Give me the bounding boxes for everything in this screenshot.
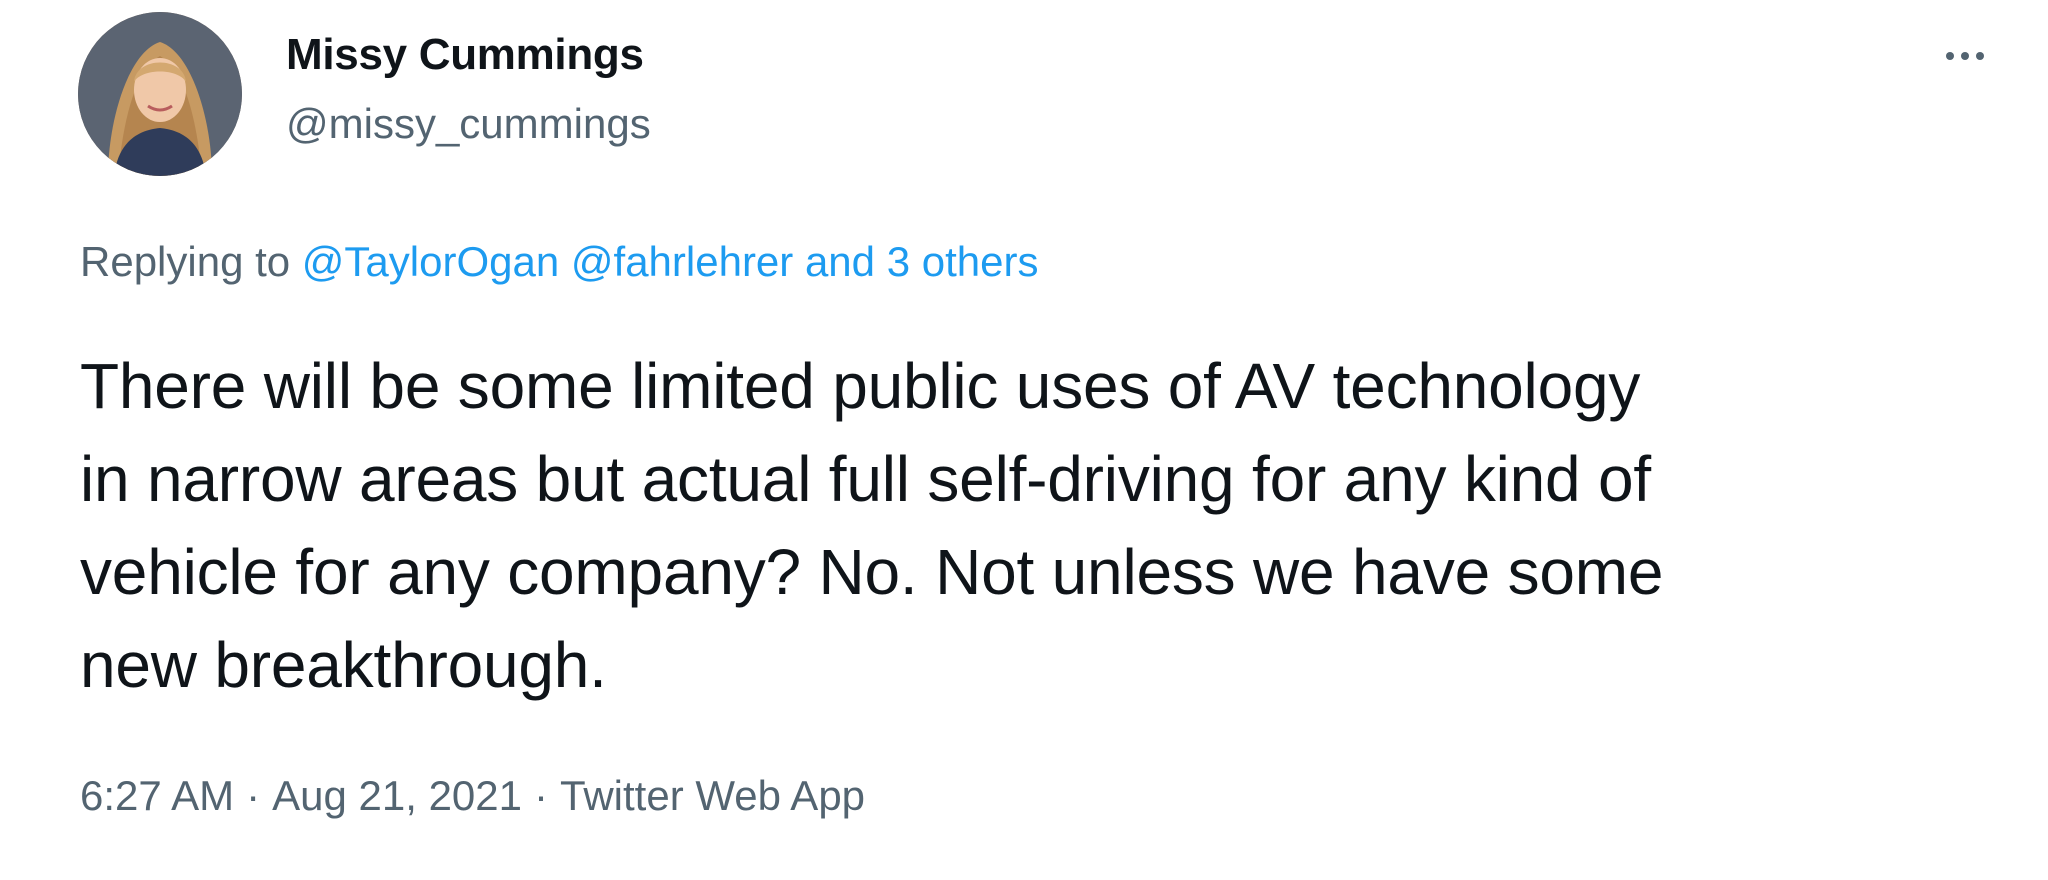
tweet-meta: 6:27 AM · Aug 21, 2021 · Twitter Web App [80, 772, 865, 820]
tweet-text-line: new breakthrough. [80, 629, 607, 701]
replying-to-label: Replying to [80, 238, 291, 285]
separator: · [246, 772, 261, 819]
others-link[interactable]: and 3 others [805, 238, 1039, 285]
more-options-icon-dot [1976, 52, 1984, 60]
avatar[interactable] [78, 12, 242, 176]
tweet-date[interactable]: Aug 21, 2021 [272, 772, 522, 819]
display-name[interactable]: Missy Cummings [286, 30, 644, 80]
tweet-time[interactable]: 6:27 AM [80, 772, 234, 819]
tweet-card: Missy Cummings @missy_cummings Replying … [0, 0, 2048, 880]
tweet-source[interactable]: Twitter Web App [560, 772, 865, 819]
separator: · [534, 772, 548, 819]
user-handle[interactable]: @missy_cummings [286, 100, 651, 148]
tweet-text-line: vehicle for any company? No. Not unless … [80, 536, 1664, 608]
profile-photo-icon [78, 12, 242, 176]
replying-to-line: Replying to @TaylorOgan @fahrlehrer and … [80, 238, 1038, 286]
tweet-text: There will be some limited public uses o… [80, 340, 2020, 712]
mention-link[interactable]: @fahrlehrer [571, 238, 793, 285]
mention-link[interactable]: @TaylorOgan [302, 238, 559, 285]
more-options-button[interactable] [1930, 28, 2000, 84]
more-options-icon [1946, 52, 1954, 60]
tweet-text-line: in narrow areas but actual full self-dri… [80, 443, 1652, 515]
tweet-text-line: There will be some limited public uses o… [80, 350, 1641, 422]
more-options-icon-dot [1961, 52, 1969, 60]
